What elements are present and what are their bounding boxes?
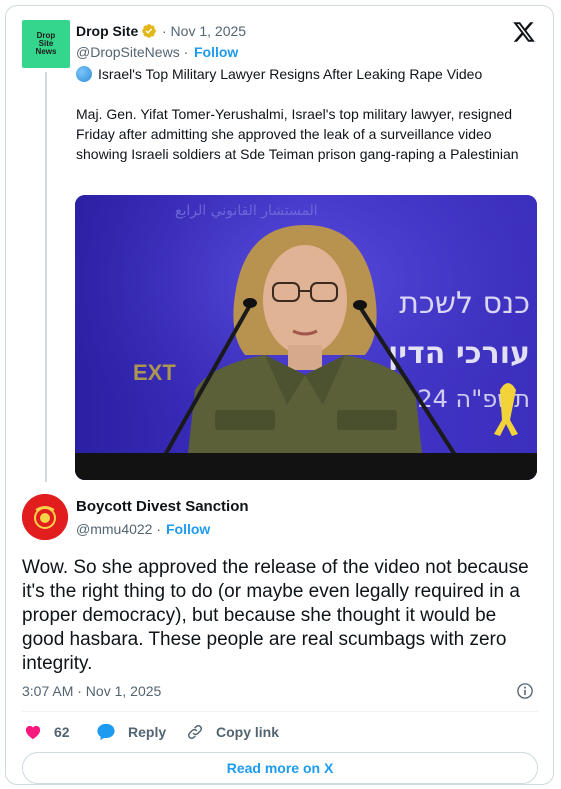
photo-top-text: المستشار القانوني الرابع	[175, 203, 318, 219]
x-logo-icon[interactable]	[512, 20, 536, 44]
like-count: 62	[54, 724, 70, 740]
reply-label: Reply	[128, 724, 167, 740]
photo-illustration: المستشار القانوني الرابع EXT כנס לשכת עו…	[75, 195, 537, 480]
tweet-body-text: Wow. So she approved the release of the …	[22, 557, 529, 674]
quoted-author-name[interactable]: Drop Site	[76, 22, 138, 40]
avatar-text-line: News	[35, 47, 57, 56]
author-name[interactable]: Boycott Divest Sanction	[76, 498, 249, 516]
thread-line	[45, 72, 47, 482]
tweet-timestamp[interactable]: 3:07 AM · Nov 1, 2025	[22, 682, 161, 700]
bds-logo-icon	[22, 494, 68, 540]
follow-link[interactable]: Follow	[166, 520, 210, 538]
globe-icon	[76, 66, 92, 82]
author-handle[interactable]: @mmu4022 ·	[76, 520, 161, 538]
read-more-button[interactable]: Read more on X	[22, 752, 538, 784]
copy-link-label: Copy link	[216, 724, 280, 740]
tweet-photo[interactable]: المستشار القانوني الرابع EXT כנס לשכת עו…	[75, 195, 537, 480]
quoted-date[interactable]: · Nov 1, 2025	[162, 22, 246, 40]
quoted-body-text: Maj. Gen. Yifat Tomer-Yerushalmi, Israel…	[76, 106, 519, 162]
info-icon[interactable]	[516, 682, 534, 700]
like-button[interactable]: 62	[24, 722, 70, 742]
quoted-follow-link[interactable]: Follow	[194, 43, 238, 61]
photo-right-text-2: עורכי הדין	[388, 336, 530, 371]
quoted-headline[interactable]: Israel's Top Military Lawyer Resigns Aft…	[98, 65, 482, 83]
reply-button[interactable]: Reply	[96, 722, 166, 742]
divider	[22, 711, 538, 712]
heart-icon	[25, 725, 41, 740]
photo-left-text: EXT	[133, 360, 176, 385]
quoted-handle[interactable]: @DropSiteNews ·	[76, 43, 188, 61]
copy-link-button[interactable]: Copy link	[186, 722, 279, 742]
verified-badge-icon	[142, 24, 156, 38]
photo-right-text-1: כנס לשכת	[399, 286, 530, 321]
dropsite-avatar[interactable]: Drop Site News	[22, 20, 70, 68]
read-more-label: Read more on X	[226, 760, 334, 776]
reply-bubble-icon	[97, 723, 115, 741]
link-icon	[187, 724, 203, 740]
author-avatar[interactable]	[22, 494, 68, 540]
